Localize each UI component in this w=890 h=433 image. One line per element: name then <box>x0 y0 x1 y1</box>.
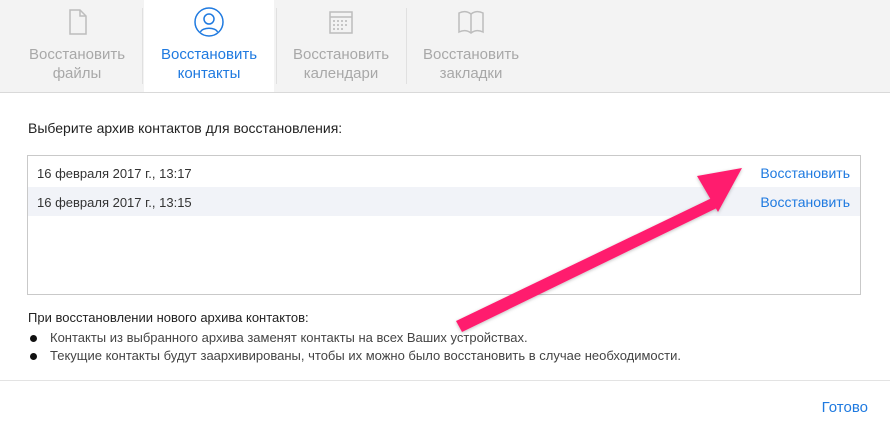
archive-row[interactable]: 16 февраля 2017 г., 13:15 Восстановить <box>28 187 860 216</box>
tab-label: Восстановить календари <box>292 46 390 82</box>
restore-toolbar: Восстановить файлы Восстановить контакты В… <box>0 0 890 93</box>
page-heading: Выберите архив контактов для восстановле… <box>28 120 343 136</box>
tab-restore-calendars[interactable]: Восстановить календари <box>276 0 406 92</box>
done-button[interactable]: Готово <box>822 399 868 416</box>
tab-restore-contacts[interactable]: Восстановить контакты <box>144 0 274 92</box>
bullet-dot <box>30 335 37 342</box>
book-icon <box>458 10 484 34</box>
restore-button[interactable]: Восстановить <box>760 165 850 181</box>
tab-label: Восстановить закладки <box>422 46 520 82</box>
archive-date: 16 февраля 2017 г., 13:15 <box>37 195 192 210</box>
tab-restore-bookmarks[interactable]: Восстановить закладки <box>406 0 536 92</box>
bullet-dot <box>30 353 37 360</box>
footer-divider <box>0 380 890 381</box>
tab-divider <box>142 8 143 84</box>
calendar-icon <box>329 11 353 34</box>
archive-list: 16 февраля 2017 г., 13:17 Восстановить 1… <box>27 155 861 295</box>
document-icon <box>69 9 87 35</box>
archive-date: 16 февраля 2017 г., 13:17 <box>37 166 192 181</box>
tab-restore-files[interactable]: Восстановить файлы <box>12 0 142 92</box>
tab-label: Восстановить контакты <box>160 46 258 82</box>
archive-row[interactable]: 16 февраля 2017 г., 13:17 Восстановить <box>28 158 860 187</box>
restore-button[interactable]: Восстановить <box>760 194 850 210</box>
info-title: При восстановлении нового архива контакт… <box>28 310 309 325</box>
contact-person-icon <box>194 7 224 37</box>
tab-label: Восстановить файлы <box>28 46 126 82</box>
